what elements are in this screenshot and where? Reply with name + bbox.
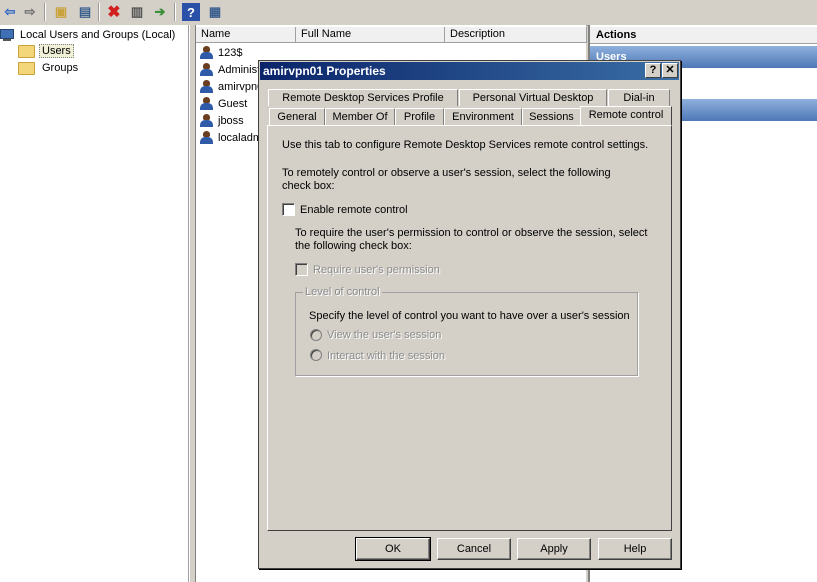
interact-session-radio[interactable] <box>310 349 322 361</box>
column-header-name[interactable]: Name <box>196 27 296 43</box>
close-icon[interactable]: ✕ <box>662 63 678 78</box>
tab-remote-control[interactable]: Remote control <box>580 106 672 125</box>
list-item[interactable]: Guest <box>199 95 247 112</box>
user-name: amirvpn0 <box>218 80 264 93</box>
permission-text: To require the user's permission to cont… <box>295 227 648 239</box>
level-of-control-title: Level of control <box>303 286 382 298</box>
user-icon <box>199 113 215 128</box>
show-hide-action-pane-icon[interactable]: ▦ <box>206 3 224 21</box>
view-session-radio[interactable] <box>310 329 322 341</box>
cancel-button[interactable]: Cancel <box>437 538 511 560</box>
up-folder-icon[interactable]: ▣ <box>52 3 70 21</box>
tab-dial-in[interactable]: Dial-in <box>608 89 670 106</box>
column-header-full-name[interactable]: Full Name <box>296 27 445 43</box>
tab-personal-virtual-desktop[interactable]: Personal Virtual Desktop <box>459 89 607 106</box>
folder-icon <box>18 61 35 75</box>
column-header-description[interactable]: Description <box>445 27 587 43</box>
tree-item-label: Users <box>39 44 74 58</box>
folder-icon <box>18 44 35 58</box>
user-name: Administr <box>218 63 264 76</box>
forward-icon[interactable]: ⇨ <box>21 3 39 21</box>
ok-button[interactable]: OK <box>355 537 431 561</box>
require-permission-checkbox[interactable] <box>295 263 308 276</box>
back-icon[interactable]: ⇦ <box>1 3 19 21</box>
list-item[interactable]: Administr <box>199 61 264 78</box>
user-icon <box>199 62 215 77</box>
export-list-icon[interactable]: ➔ <box>151 3 169 21</box>
intro-text: Use this tab to configure Remote Desktop… <box>282 139 649 151</box>
list-item[interactable]: 123$ <box>199 44 242 61</box>
tab-general[interactable]: General <box>269 108 325 125</box>
view-session-label: View the user's session <box>327 329 442 341</box>
actions-header: Actions <box>590 27 817 44</box>
list-item[interactable]: jboss <box>199 112 244 129</box>
enable-remote-control-checkbox[interactable] <box>282 203 295 216</box>
show-hide-tree-icon[interactable]: ▤ <box>76 3 94 21</box>
help-dialog-button[interactable]: Help <box>598 538 672 560</box>
tree-item-label: Groups <box>42 62 79 74</box>
delete-icon[interactable]: ✖ <box>105 3 123 21</box>
computer-users-icon <box>0 29 14 41</box>
dialog-titlebar[interactable]: amirvpn01 Properties <box>260 62 679 80</box>
user-icon <box>199 130 215 145</box>
console-tree: Local Users and Groups (Local) Users Gro… <box>0 25 189 582</box>
dialog-title: amirvpn01 Properties <box>263 64 386 78</box>
list-item[interactable]: amirvpn0 <box>199 78 263 95</box>
tree-item-users[interactable]: Users <box>18 43 74 59</box>
tree-item-label: Local Users and Groups (Local) <box>20 29 176 41</box>
user-name: localadm <box>218 131 263 144</box>
tab-member-of[interactable]: Member Of <box>325 108 395 125</box>
user-icon <box>199 45 215 60</box>
tab-profile[interactable]: Profile <box>395 108 444 125</box>
instruction-text: To remotely control or observe a user's … <box>282 167 611 179</box>
list-header: Name Full Name Description <box>196 27 587 43</box>
interact-session-label: Interact with the session <box>327 350 446 362</box>
toolbar: ⇦ ⇨ ▣ ▤ ✖ ▥ ➔ ? ▦ <box>0 0 817 26</box>
tree-item-groups[interactable]: Groups <box>18 60 81 76</box>
enable-remote-control-label[interactable]: Enable remote control <box>300 204 408 216</box>
tab-remote-desktop-services-profile[interactable]: Remote Desktop Services Profile <box>268 89 458 106</box>
user-icon <box>199 79 215 94</box>
toolbar-separator <box>98 3 100 21</box>
user-icon <box>199 96 215 111</box>
list-item[interactable]: localadm <box>199 129 262 146</box>
tree-item-root[interactable]: Local Users and Groups (Local) <box>0 27 178 43</box>
user-name: 123$ <box>218 46 243 59</box>
level-description: Specify the level of control you want to… <box>309 310 630 322</box>
apply-button[interactable]: Apply <box>517 538 591 560</box>
permission-text-2: the following check box: <box>295 240 412 252</box>
toolbar-separator <box>44 3 46 21</box>
user-name: Guest <box>218 97 248 110</box>
help-button[interactable]: ? <box>645 63 661 78</box>
help-icon[interactable]: ? <box>182 3 200 21</box>
properties-icon[interactable]: ▥ <box>128 3 146 21</box>
tab-sessions[interactable]: Sessions <box>522 108 581 125</box>
user-name: jboss <box>218 114 244 127</box>
toolbar-separator <box>174 3 176 21</box>
require-permission-label: Require user's permission <box>313 264 440 276</box>
tab-environment[interactable]: Environment <box>444 108 522 125</box>
instruction-text-2: check box: <box>282 180 335 192</box>
